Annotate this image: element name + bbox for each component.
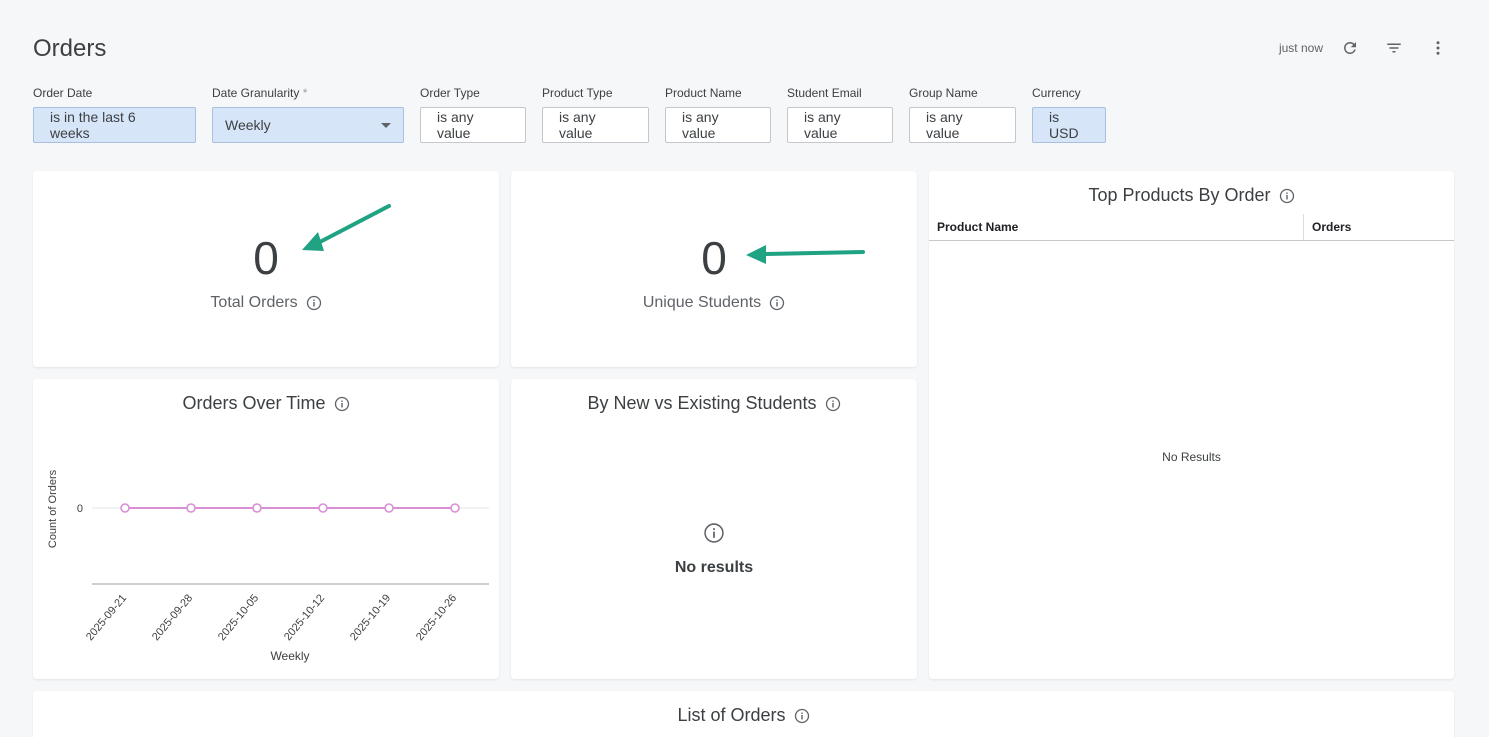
filter-order-date: Order Date is in the last 6 weeks <box>33 86 196 143</box>
no-results-text: No Results <box>1162 450 1221 464</box>
filter-product-type-value[interactable]: is any value <box>542 107 649 143</box>
total-orders-tile: 0 Total Orders <box>33 171 499 367</box>
info-icon[interactable] <box>825 396 841 412</box>
x-tick-label: 2025-10-19 <box>348 592 393 643</box>
refresh-icon[interactable] <box>1339 37 1361 59</box>
data-point <box>252 503 262 513</box>
info-icon[interactable] <box>306 295 322 311</box>
filter-currency: Currency is USD <box>1032 86 1106 143</box>
filter-currency-value[interactable]: is USD <box>1032 107 1106 143</box>
list-of-orders-tile: List of Orders <box>33 691 1454 737</box>
column-header-product-name[interactable]: Product Name <box>929 214 1304 240</box>
info-icon[interactable] <box>794 708 810 724</box>
info-icon <box>703 522 725 549</box>
unique-students-tile: 0 Unique Students <box>511 171 917 367</box>
new-vs-existing-tile: By New vs Existing Students No results <box>511 379 917 679</box>
total-orders-value: 0 <box>253 232 279 284</box>
date-granularity-select[interactable]: Weekly <box>212 107 404 143</box>
filter-student-email-value[interactable]: is any value <box>787 107 893 143</box>
top-products-tile: Top Products By Order Product Name Order… <box>929 171 1454 679</box>
list-of-orders-title: List of Orders <box>33 705 1454 726</box>
x-axis-label: Weekly <box>270 649 309 663</box>
no-results-icon-wrap <box>511 522 917 549</box>
filter-product-type: Product Type is any value <box>542 86 649 143</box>
top-products-title: Top Products By Order <box>929 185 1454 206</box>
filter-label: Product Name <box>665 86 742 100</box>
unique-students-label: Unique Students <box>511 294 917 312</box>
x-tick-label: 2025-10-12 <box>282 592 327 643</box>
new-vs-existing-title: By New vs Existing Students <box>511 393 917 414</box>
x-tick-label: 2025-10-05 <box>216 592 261 643</box>
filter-order-type-value[interactable]: is any value <box>420 107 526 143</box>
filter-product-name-value[interactable]: is any value <box>665 107 771 143</box>
filter-label: Product Type <box>542 86 613 100</box>
info-icon[interactable] <box>1279 188 1295 204</box>
filter-bar: Order Date is in the last 6 weeks Date G… <box>33 86 1106 143</box>
data-point <box>186 503 196 513</box>
filter-label: Date Granularity * <box>212 86 308 100</box>
orders-over-time-tile: Orders Over Time 0 Count of Orders Weekly 2… <box>33 379 499 679</box>
data-point <box>384 503 394 513</box>
select-value: Weekly <box>225 117 271 133</box>
table-header: Product Name Orders <box>929 214 1454 241</box>
unique-students-value: 0 <box>701 232 727 284</box>
filter-date-granularity: Date Granularity * Weekly <box>212 86 404 143</box>
total-orders-label: Total Orders <box>33 294 499 312</box>
filter-group-name: Group Name is any value <box>909 86 1016 143</box>
filter-label: Group Name <box>909 86 978 100</box>
filter-label: Currency <box>1032 86 1081 100</box>
x-tick-label: 2025-10-26 <box>414 592 459 643</box>
column-header-orders[interactable]: Orders <box>1304 214 1454 240</box>
info-icon[interactable] <box>769 295 785 311</box>
x-tick-label: 2025-09-28 <box>150 592 195 643</box>
y-axis-label: Count of Orders <box>47 469 59 548</box>
filter-label: Student Email <box>787 86 862 100</box>
x-tick-label: 2025-09-21 <box>84 592 129 643</box>
filter-icon[interactable] <box>1383 37 1405 59</box>
header-actions: just now <box>1279 37 1449 59</box>
filter-product-name: Product Name is any value <box>665 86 771 143</box>
more-vert-icon[interactable] <box>1427 37 1449 59</box>
chevron-down-icon <box>381 122 391 128</box>
last-refresh-text: just now <box>1278 41 1323 55</box>
orders-line-chart: 0 Count of Orders Weekly 2025-09-21 2025-09-… <box>47 469 489 663</box>
page-title: Orders <box>33 35 107 62</box>
filter-order-type: Order Type is any value <box>420 86 526 143</box>
y-tick-label: 0 <box>77 503 83 515</box>
data-point <box>318 503 328 513</box>
data-point <box>120 503 130 513</box>
filter-label: Order Type <box>420 86 480 100</box>
no-results-text: No results <box>674 559 754 576</box>
filter-group-name-value[interactable]: is any value <box>909 107 1016 143</box>
filter-student-email: Student Email is any value <box>787 86 893 143</box>
filter-order-date-value[interactable]: is in the last 6 weeks <box>33 107 196 143</box>
required-mark: * <box>302 86 308 100</box>
data-point <box>450 503 460 513</box>
filter-label: Order Date <box>33 86 93 100</box>
